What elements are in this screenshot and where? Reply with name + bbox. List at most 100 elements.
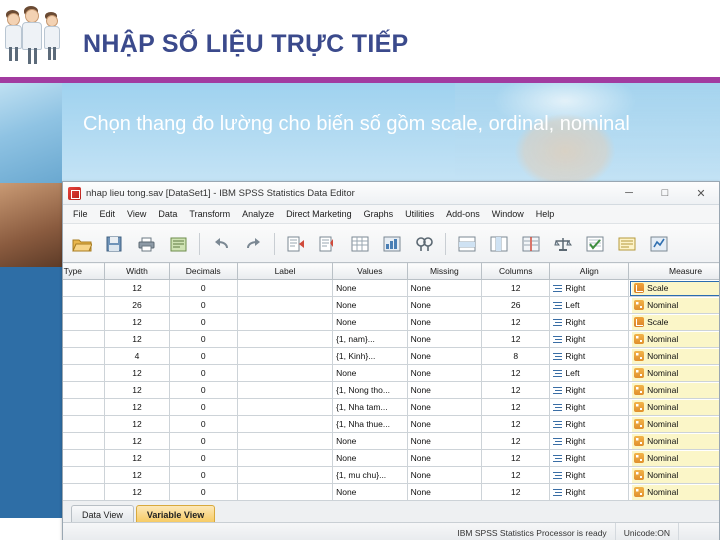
cell-columns[interactable]: 12 xyxy=(481,483,551,501)
select-cases-icon[interactable] xyxy=(582,231,608,257)
cell-values[interactable]: {1, mu chu}... xyxy=(332,466,408,484)
cell-label[interactable] xyxy=(236,381,334,399)
header-values[interactable]: Values xyxy=(332,262,408,280)
cell-values[interactable]: {1, nam}... xyxy=(332,330,408,348)
cell-label[interactable] xyxy=(236,415,334,433)
cell-align[interactable]: Left xyxy=(549,364,630,382)
insert-variable-icon[interactable] xyxy=(486,231,512,257)
table-row[interactable]: 13c120NoneNone12RightNominal xyxy=(63,483,719,501)
menu-add-ons[interactable]: Add-ons xyxy=(440,207,486,221)
cell-columns[interactable]: 12 xyxy=(481,398,551,416)
cell-columns[interactable]: 12 xyxy=(481,466,551,484)
split-file-icon[interactable] xyxy=(518,231,544,257)
cell-width[interactable]: 12 xyxy=(104,415,170,433)
undo-icon[interactable] xyxy=(208,231,234,257)
cell-width[interactable]: 26 xyxy=(104,296,170,314)
insert-case-icon[interactable] xyxy=(454,231,480,257)
cell-columns[interactable]: 12 xyxy=(481,449,551,467)
cell-measure[interactable]: Nominal xyxy=(628,432,719,450)
window-titlebar[interactable]: nhap lieu tong.sav [DataSet1] - IBM SPSS… xyxy=(63,182,719,205)
redo-icon[interactable] xyxy=(240,231,266,257)
header-decimals[interactable]: Decimals xyxy=(168,262,238,280)
goto-variable-icon[interactable] xyxy=(315,231,341,257)
cell-type[interactable]: c xyxy=(63,347,106,365)
header-columns[interactable]: Columns xyxy=(481,262,551,280)
cell-measure[interactable]: Nominal xyxy=(628,347,719,365)
header-type[interactable]: Type xyxy=(63,262,106,280)
cell-align[interactable]: Left xyxy=(549,296,630,314)
table-row[interactable]: 3c120NoneNone12RightScale xyxy=(63,313,719,331)
maximize-button[interactable]: □ xyxy=(647,182,683,204)
cell-values[interactable]: None xyxy=(332,313,408,331)
cell-decimals[interactable]: 0 xyxy=(168,449,238,467)
cell-type[interactable]: c xyxy=(63,330,106,348)
cell-type[interactable]: c xyxy=(63,381,106,399)
open-file-icon[interactable] xyxy=(69,231,95,257)
table-row[interactable]: 10c120NoneNone12RightNominal xyxy=(63,432,719,450)
cell-values[interactable]: None xyxy=(332,364,408,382)
cell-columns[interactable]: 8 xyxy=(481,347,551,365)
cell-align[interactable]: Right xyxy=(549,449,630,467)
run-descriptives-icon[interactable] xyxy=(379,231,405,257)
cell-values[interactable]: None xyxy=(332,296,408,314)
table-row[interactable]: 4c120{1, nam}...None12RightNominal xyxy=(63,330,719,348)
menu-analyze[interactable]: Analyze xyxy=(236,207,280,221)
cell-values[interactable]: {1, Kinh}... xyxy=(332,347,408,365)
cell-decimals[interactable]: 0 xyxy=(168,313,238,331)
cell-type[interactable]: c xyxy=(63,296,106,314)
cell-type[interactable]: c xyxy=(63,466,106,484)
cell-values[interactable]: None xyxy=(332,449,408,467)
table-row[interactable]: 11c120NoneNone12RightNominal xyxy=(63,449,719,467)
cell-decimals[interactable]: 0 xyxy=(168,296,238,314)
cell-missing[interactable]: None xyxy=(406,313,483,331)
cell-width[interactable]: 12 xyxy=(104,364,170,382)
cell-align[interactable]: Right xyxy=(549,483,630,501)
cell-width[interactable]: 12 xyxy=(104,466,170,484)
cell-label[interactable] xyxy=(236,449,334,467)
menu-window[interactable]: Window xyxy=(486,207,530,221)
cell-measure[interactable]: Nominal xyxy=(628,364,719,382)
print-icon[interactable] xyxy=(133,231,159,257)
cell-type[interactable]: c xyxy=(63,449,106,467)
cell-values[interactable]: {1, Nha thue... xyxy=(332,415,408,433)
menu-transform[interactable]: Transform xyxy=(183,207,236,221)
recall-dialog-icon[interactable] xyxy=(165,231,191,257)
cell-label[interactable] xyxy=(236,313,334,331)
cell-missing[interactable]: None xyxy=(406,398,483,416)
cell-missing[interactable]: None xyxy=(406,330,483,348)
cell-width[interactable]: 12 xyxy=(104,483,170,501)
cell-measure[interactable]: Nominal xyxy=(628,449,719,467)
cell-decimals[interactable]: 0 xyxy=(168,483,238,501)
cell-width[interactable]: 4 xyxy=(104,347,170,365)
menu-graphs[interactable]: Graphs xyxy=(358,207,400,221)
cell-align[interactable]: Right xyxy=(549,415,630,433)
cell-decimals[interactable]: 0 xyxy=(168,347,238,365)
header-measure[interactable]: Measure xyxy=(628,262,719,280)
cell-measure[interactable]: Nominal xyxy=(628,296,719,314)
cell-type[interactable]: c xyxy=(63,313,106,331)
cell-type[interactable]: c xyxy=(63,364,106,382)
cell-width[interactable]: 12 xyxy=(104,398,170,416)
cell-measure[interactable]: Scale xyxy=(628,313,719,331)
cell-align[interactable]: Right xyxy=(549,432,630,450)
menu-view[interactable]: View xyxy=(121,207,152,221)
cell-columns[interactable]: 12 xyxy=(481,279,551,297)
menu-direct-marketing[interactable]: Direct Marketing xyxy=(280,207,358,221)
cell-type[interactable]: c xyxy=(63,415,106,433)
cell-label[interactable] xyxy=(236,279,334,297)
variables-icon[interactable] xyxy=(347,231,373,257)
header-label[interactable]: Label xyxy=(236,262,334,280)
cell-missing[interactable]: None xyxy=(406,296,483,314)
cell-decimals[interactable]: 0 xyxy=(168,432,238,450)
variable-view-grid[interactable]: Type Width Decimals Label Values Missing… xyxy=(63,262,719,502)
cell-decimals[interactable]: 0 xyxy=(168,466,238,484)
cell-decimals[interactable]: 0 xyxy=(168,364,238,382)
cell-measure[interactable]: Nominal xyxy=(628,398,719,416)
table-row[interactable]: 8c120{1, Nha tam...None12RightNominal xyxy=(63,398,719,416)
cell-width[interactable]: 12 xyxy=(104,330,170,348)
menu-edit[interactable]: Edit xyxy=(94,207,122,221)
cell-decimals[interactable]: 0 xyxy=(168,381,238,399)
table-row[interactable]: 2c260NoneNone26LeftNominal xyxy=(63,296,719,314)
cell-measure[interactable]: Nominal xyxy=(628,415,719,433)
cell-columns[interactable]: 12 xyxy=(481,415,551,433)
